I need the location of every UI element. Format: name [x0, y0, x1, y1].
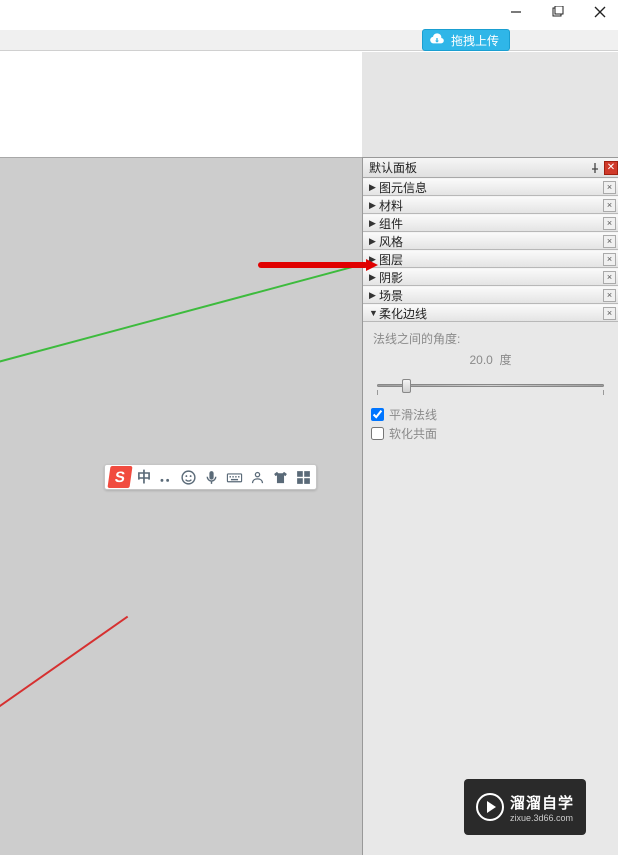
section-head-7[interactable]: ▼柔化边线 × — [363, 304, 618, 322]
section-close-button[interactable]: × — [603, 307, 616, 320]
toolbar-row: 拖拽上传 — [0, 30, 618, 51]
section-label: 组件 — [379, 215, 403, 232]
tray-panel: 默认面板 ✕ ▶图元信息×▶材料×▶组件×▶风格×▶图层×▶阴影×▶场景×▼柔化… — [362, 157, 618, 855]
expand-triangle-icon: ▶ — [369, 182, 379, 193]
upload-label: 拖拽上传 — [451, 32, 499, 49]
viewport-blank — [0, 52, 362, 157]
watermark-url: zixue.3d66.com — [510, 813, 573, 823]
maximize-button[interactable] — [546, 2, 570, 22]
section-close-button[interactable]: × — [603, 181, 616, 194]
annotation-arrow — [258, 259, 376, 271]
section-label: 风格 — [379, 233, 403, 250]
panel-title[interactable]: 默认面板 ✕ — [363, 158, 618, 178]
expand-triangle-icon: ▶ — [369, 200, 379, 211]
section-close-button[interactable]: × — [603, 199, 616, 212]
section-head-1[interactable]: ▶材料 × — [363, 196, 618, 214]
section-head-3[interactable]: ▶风格 × — [363, 232, 618, 250]
minimize-button[interactable] — [504, 2, 528, 22]
ime-emoji-icon[interactable] — [180, 469, 197, 486]
section-label: 图元信息 — [379, 179, 427, 196]
ime-toolbar[interactable]: S 中 — [104, 464, 317, 490]
section-label: 场景 — [379, 287, 403, 304]
soften-coplanar-checkbox[interactable]: 软化共面 — [371, 425, 608, 442]
section-label: 材料 — [379, 197, 403, 214]
expand-triangle-icon: ▶ — [369, 218, 379, 229]
slider-thumb[interactable] — [402, 379, 411, 393]
section-head-6[interactable]: ▶场景 × — [363, 286, 618, 304]
section-head-5[interactable]: ▶阴影 × — [363, 268, 618, 286]
ime-punct-icon[interactable] — [157, 469, 174, 486]
play-icon — [476, 793, 504, 821]
section-close-button[interactable]: × — [603, 271, 616, 284]
content-area: S 中 默认面板 ✕ ▶图元信息×▶材料×▶组件×▶风格×▶图层×▶阴影×▶场景… — [0, 52, 618, 855]
close-button[interactable] — [588, 2, 612, 22]
drag-upload-button[interactable]: 拖拽上传 — [422, 29, 510, 51]
panel-title-text: 默认面板 — [369, 159, 417, 176]
section-label: 柔化边线 — [379, 305, 427, 322]
cloud-upload-icon — [429, 32, 445, 48]
section-close-button[interactable]: × — [603, 253, 616, 266]
ime-skin-icon[interactable] — [272, 469, 289, 486]
expand-triangle-icon: ▶ — [369, 236, 379, 247]
expand-triangle-icon: ▶ — [369, 272, 379, 283]
section-close-button[interactable]: × — [603, 217, 616, 230]
section-label: 图层 — [379, 251, 403, 268]
angle-value: 20.0 度 — [373, 351, 608, 368]
section-head-2[interactable]: ▶组件 × — [363, 214, 618, 232]
ime-keyboard-icon[interactable] — [226, 469, 243, 486]
angle-label: 法线之间的角度: — [373, 330, 608, 347]
section-label: 阴影 — [379, 269, 403, 286]
expand-triangle-icon: ▶ — [369, 290, 379, 301]
section-head-4[interactable]: ▶图层× — [363, 250, 618, 268]
ime-voice-icon[interactable] — [203, 469, 220, 486]
watermark-badge: 溜溜自学 zixue.3d66.com — [464, 779, 586, 835]
axis-green-line — [0, 259, 380, 416]
watermark-brand: 溜溜自学 — [510, 792, 574, 813]
smooth-normals-checkbox[interactable]: 平滑法线 — [371, 406, 608, 423]
pin-icon[interactable] — [588, 161, 602, 175]
section-close-button[interactable]: × — [603, 235, 616, 248]
ime-person-icon[interactable] — [249, 469, 266, 486]
expand-triangle-icon: ▼ — [369, 308, 379, 318]
ime-logo-icon[interactable]: S — [107, 466, 132, 488]
section-head-0[interactable]: ▶图元信息 × — [363, 178, 618, 196]
soften-edges-body: 法线之间的角度: 20.0 度 平滑法线 软化共面 — [363, 322, 618, 456]
ime-toolbox-icon[interactable] — [295, 469, 312, 486]
axis-red-line — [0, 616, 128, 847]
angle-slider[interactable] — [377, 376, 604, 396]
section-close-button[interactable]: × — [603, 289, 616, 302]
panel-close-button[interactable]: ✕ — [604, 161, 618, 175]
ime-lang-toggle[interactable]: 中 — [137, 467, 151, 487]
